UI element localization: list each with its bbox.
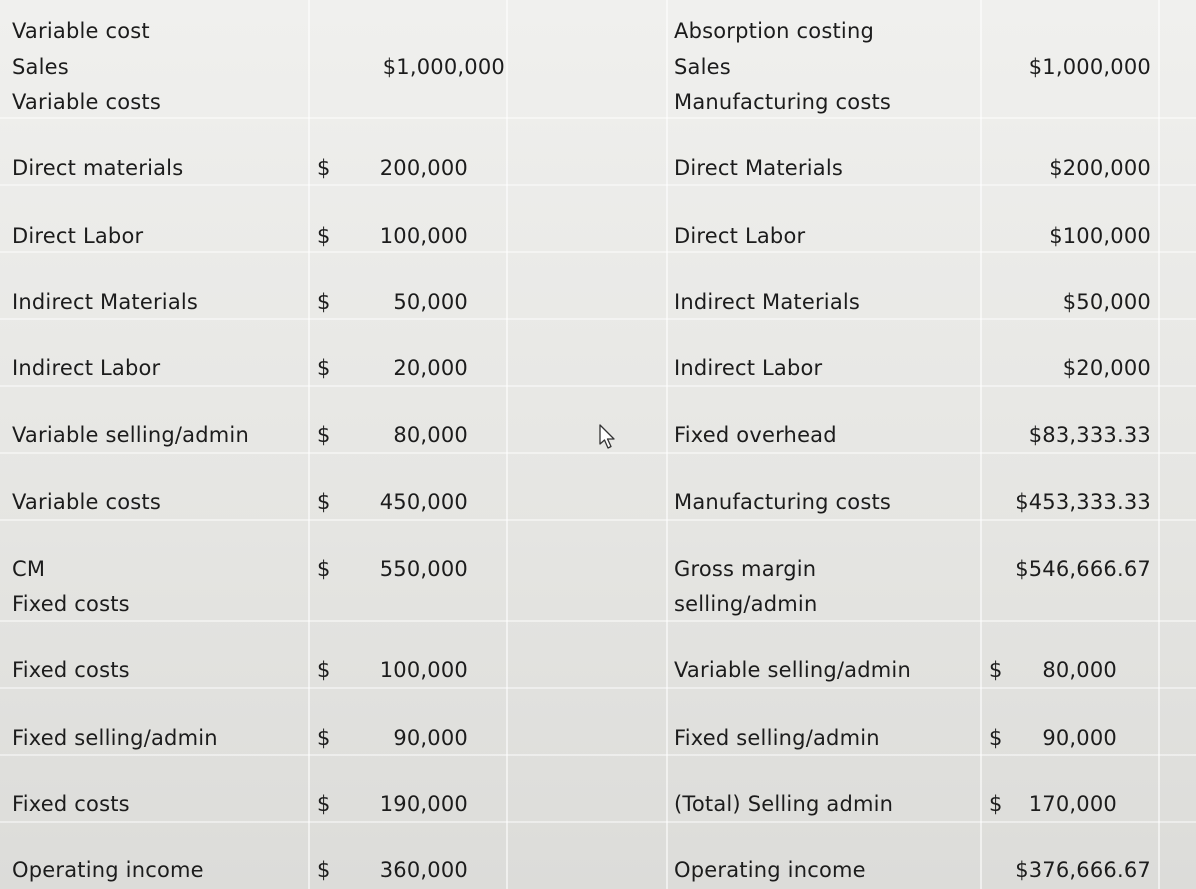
- right-row-value[interactable]: $100,000: [980, 219, 1151, 253]
- dollar-sign[interactable]: $: [989, 787, 1003, 821]
- right-operating-income-value[interactable]: $376,666.67: [980, 853, 1151, 887]
- dollar-sign[interactable]: $: [317, 721, 331, 755]
- spreadsheet: Variable cost Absorption costing Sales $…: [0, 0, 1196, 889]
- left-sales-label[interactable]: Sales: [12, 50, 69, 84]
- right-row-value[interactable]: $50,000: [980, 285, 1151, 319]
- right-row-label[interactable]: Indirect Labor: [674, 351, 822, 385]
- sheet-row[interactable]: Indirect Materials $ 50,000 Indirect Mat…: [0, 285, 1196, 319]
- right-row-value[interactable]: $200,000: [980, 151, 1151, 185]
- grid-line: [0, 452, 1196, 454]
- left-row-label[interactable]: Variable costs: [12, 485, 161, 519]
- left-row-value[interactable]: 50,000: [350, 285, 468, 319]
- right-sales-value[interactable]: $1,000,000: [980, 50, 1151, 84]
- right-selling-value[interactable]: 170,000: [1010, 787, 1117, 821]
- left-fixed-label[interactable]: Fixed selling/admin: [12, 721, 218, 755]
- left-fixed-value[interactable]: 100,000: [350, 653, 468, 687]
- dollar-sign[interactable]: $: [989, 721, 1003, 755]
- right-selling-value[interactable]: 80,000: [1010, 653, 1117, 687]
- right-title[interactable]: Absorption costing: [674, 14, 874, 48]
- grid-line: [0, 519, 1196, 521]
- right-row-label[interactable]: Gross margin: [674, 552, 816, 586]
- dollar-sign[interactable]: $: [317, 787, 331, 821]
- dollar-sign[interactable]: $: [989, 653, 1003, 687]
- left-operating-income-label[interactable]: Operating income: [12, 853, 204, 887]
- left-fixed-value[interactable]: 190,000: [350, 787, 468, 821]
- mouse-cursor-icon: [599, 424, 615, 449]
- right-selling-label[interactable]: (Total) Selling admin: [674, 787, 893, 821]
- sheet-row[interactable]: Sales $1,000,000 Sales $1,000,000: [0, 50, 1196, 84]
- sheet-row[interactable]: Fixed costs $ 190,000 (Total) Selling ad…: [0, 787, 1196, 821]
- grid-line: [0, 821, 1196, 823]
- left-fixed-value[interactable]: 90,000: [350, 721, 468, 755]
- right-row-label[interactable]: Indirect Materials: [674, 285, 860, 319]
- dollar-sign[interactable]: $: [317, 151, 331, 185]
- left-row-value[interactable]: 550,000: [350, 552, 468, 586]
- left-row-value[interactable]: 200,000: [350, 151, 468, 185]
- right-selling-label[interactable]: Fixed selling/admin: [674, 721, 880, 755]
- sheet-row[interactable]: Direct Labor $ 100,000 Direct Labor $100…: [0, 219, 1196, 253]
- right-operating-income-label[interactable]: Operating income: [674, 853, 866, 887]
- left-sales-value[interactable]: $1,000,000: [360, 50, 505, 84]
- sheet-row[interactable]: Variable cost Absorption costing: [0, 14, 1196, 48]
- sheet-row[interactable]: Fixed costs selling/admin: [0, 587, 1196, 621]
- right-row-value[interactable]: $83,333.33: [980, 418, 1151, 452]
- dollar-sign[interactable]: $: [317, 351, 331, 385]
- dollar-sign[interactable]: $: [317, 285, 331, 319]
- sheet-row[interactable]: Fixed costs $ 100,000 Variable selling/a…: [0, 653, 1196, 687]
- left-variable-costs-header[interactable]: Variable costs: [12, 85, 161, 119]
- dollar-sign[interactable]: $: [317, 552, 331, 586]
- right-row-value[interactable]: $453,333.33: [980, 485, 1151, 519]
- right-row-label[interactable]: Manufacturing costs: [674, 485, 891, 519]
- right-row-value[interactable]: $546,666.67: [980, 552, 1151, 586]
- sheet-row[interactable]: Operating income $ 360,000 Operating inc…: [0, 853, 1196, 887]
- left-row-label[interactable]: Indirect Materials: [12, 285, 198, 319]
- sheet-row[interactable]: Variable costs $ 450,000 Manufacturing c…: [0, 485, 1196, 519]
- sheet-row[interactable]: CM $ 550,000 Gross margin $546,666.67: [0, 552, 1196, 586]
- right-selling-value[interactable]: 90,000: [1010, 721, 1117, 755]
- left-row-label[interactable]: Direct Labor: [12, 219, 143, 253]
- sheet-row[interactable]: Fixed selling/admin $ 90,000 Fixed selli…: [0, 721, 1196, 755]
- left-fixed-label[interactable]: Fixed costs: [12, 787, 130, 821]
- left-operating-income-value[interactable]: 360,000: [350, 853, 468, 887]
- grid-line: [0, 687, 1196, 689]
- sheet-row[interactable]: Variable costs Manufacturing costs: [0, 85, 1196, 119]
- dollar-sign[interactable]: $: [317, 853, 331, 887]
- dollar-sign[interactable]: $: [317, 485, 331, 519]
- left-row-label[interactable]: CM: [12, 552, 45, 586]
- left-row-value[interactable]: 450,000: [350, 485, 468, 519]
- right-row-label[interactable]: Direct Materials: [674, 151, 843, 185]
- right-row-label[interactable]: Direct Labor: [674, 219, 805, 253]
- dollar-sign[interactable]: $: [317, 418, 331, 452]
- sheet-row[interactable]: Indirect Labor $ 20,000 Indirect Labor $…: [0, 351, 1196, 385]
- right-row-label[interactable]: Fixed overhead: [674, 418, 837, 452]
- sheet-row[interactable]: Direct materials $ 200,000 Direct Materi…: [0, 151, 1196, 185]
- right-selling-label[interactable]: Variable selling/admin: [674, 653, 911, 687]
- right-selling-header[interactable]: selling/admin: [674, 587, 817, 621]
- grid-line: [0, 385, 1196, 387]
- left-fixed-label[interactable]: Fixed costs: [12, 653, 130, 687]
- right-row-value[interactable]: $20,000: [980, 351, 1151, 385]
- left-title[interactable]: Variable cost: [12, 14, 150, 48]
- left-row-value[interactable]: 20,000: [350, 351, 468, 385]
- left-row-label[interactable]: Variable selling/admin: [12, 418, 249, 452]
- dollar-sign[interactable]: $: [317, 219, 331, 253]
- dollar-sign[interactable]: $: [317, 653, 331, 687]
- left-fixed-costs-header[interactable]: Fixed costs: [12, 587, 130, 621]
- left-row-label[interactable]: Direct materials: [12, 151, 183, 185]
- right-sales-label[interactable]: Sales: [674, 50, 731, 84]
- left-row-value[interactable]: 80,000: [350, 418, 468, 452]
- left-row-label[interactable]: Indirect Labor: [12, 351, 160, 385]
- left-row-value[interactable]: 100,000: [350, 219, 468, 253]
- right-manufacturing-header[interactable]: Manufacturing costs: [674, 85, 891, 119]
